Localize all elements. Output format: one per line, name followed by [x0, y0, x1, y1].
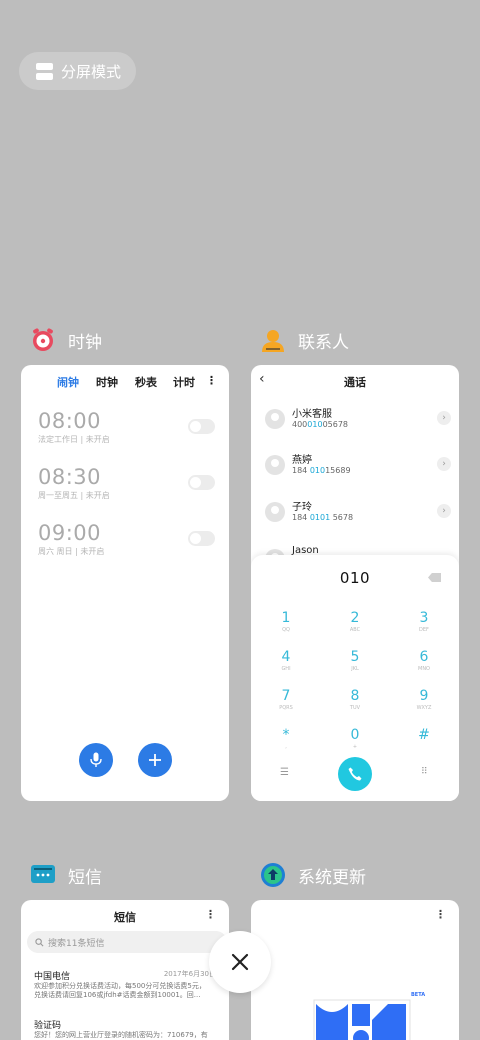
sms-search-input[interactable]: 搜索11条短信: [27, 931, 227, 953]
sms-preview: 您好！您的网上营业厅登录的随机密码为：710679，有: [34, 1031, 208, 1039]
clock-tab-bar: 闹钟 时钟 秒表 计时 ⋮: [21, 374, 229, 392]
system-update-card[interactable]: ⋮ BETA: [251, 900, 459, 1040]
chevron-right-icon[interactable]: ›: [437, 411, 451, 425]
split-screen-icon: [36, 62, 53, 80]
dial-key-7[interactable]: 7 PQRS: [266, 688, 306, 712]
contact-row[interactable]: 子玲 184 0101 5678 ›: [265, 498, 451, 532]
contact-number: 184 01015689: [292, 466, 351, 475]
sms-sender: 验证码: [34, 1021, 62, 1031]
sms-app-header[interactable]: 短信: [30, 860, 102, 890]
contact-number: 40001005678: [292, 420, 349, 429]
avatar-icon: [265, 455, 285, 475]
tab-clock[interactable]: 时钟: [96, 374, 118, 390]
call-button[interactable]: [338, 757, 372, 791]
close-icon: [231, 953, 249, 971]
split-screen-label: 分屏模式: [61, 62, 122, 81]
alarm-desc: 法定工作日 | 未开启: [38, 435, 110, 444]
clock-app-title: 时钟: [68, 332, 102, 353]
dial-key-2[interactable]: 2 ABC: [335, 610, 375, 634]
contact-name: 燕婷: [292, 455, 312, 466]
sms-preview: 欢迎参加积分兑换话费活动，每500分可兑换话费5元，: [34, 982, 206, 990]
plus-icon: [149, 754, 161, 766]
contact-number: 184 0101 5678: [292, 513, 354, 522]
clock-app-header[interactable]: 时钟: [30, 325, 102, 355]
chevron-right-icon[interactable]: ›: [437, 457, 451, 471]
dial-key-5[interactable]: 5 JKL: [335, 649, 375, 673]
dial-key-9[interactable]: 9 WXYZ: [404, 688, 444, 712]
dial-key-star[interactable]: *,: [266, 727, 306, 751]
more-options-icon[interactable]: ⋮: [206, 374, 217, 387]
tab-alarm[interactable]: 闹钟: [57, 374, 79, 390]
clock-app-icon: [30, 327, 56, 353]
contact-row[interactable]: 小米客服 40001005678 ›: [265, 405, 451, 439]
sms-preview: 兑换话费请回复106或jfdh#话费金额到10001。回...: [34, 991, 201, 999]
tab-timer[interactable]: 计时: [173, 374, 195, 390]
alarm-item[interactable]: 08:00 法定工作日 | 未开启: [38, 409, 218, 445]
dial-key-8[interactable]: 8 TUV: [335, 688, 375, 712]
sms-app-icon: [30, 862, 56, 888]
clock-app-card[interactable]: 闹钟 时钟 秒表 计时 ⋮ 08:00 法定工作日 | 未开启 08:30 周一…: [21, 365, 229, 801]
beta-badge: BETA: [411, 992, 426, 998]
alarm-toggle[interactable]: [188, 419, 215, 434]
sms-search-placeholder: 搜索11条短信: [48, 938, 105, 949]
search-icon: [35, 937, 44, 946]
contact-row[interactable]: 燕婷 184 01015689 ›: [265, 451, 451, 485]
sms-screen-title: 短信: [114, 911, 136, 924]
alarm-desc: 周六 周日 | 未开启: [38, 547, 105, 556]
sms-app-title: 短信: [68, 867, 102, 888]
add-alarm-button[interactable]: [138, 743, 172, 777]
tab-stopwatch[interactable]: 秒表: [135, 374, 157, 390]
contacts-app-card[interactable]: ‹ 通话 小米客服 40001005678 › 燕婷 184 01015689 …: [251, 365, 459, 801]
phone-icon: [348, 767, 362, 781]
chevron-right-icon[interactable]: ›: [437, 504, 451, 518]
split-screen-button[interactable]: 分屏模式: [19, 52, 136, 90]
sms-date: 2017年6月30日: [163, 970, 216, 978]
alarm-desc: 周一至周五 | 未开启: [38, 491, 110, 500]
sms-thread[interactable]: 验证码 您好！您的网上营业厅登录的随机密码为：710679，有: [34, 1018, 216, 1040]
alarm-item[interactable]: 09:00 周六 周日 | 未开启: [38, 521, 218, 557]
update-app-title: 系统更新: [298, 867, 366, 888]
voice-alarm-button[interactable]: [79, 743, 113, 777]
sms-thread[interactable]: 中国电信 2017年6月30日 欢迎参加积分兑换话费活动，每500分可兑换话费5…: [34, 969, 216, 1000]
avatar-icon: [265, 502, 285, 522]
update-app-header[interactable]: 系统更新: [260, 860, 366, 890]
more-options-icon[interactable]: ⋮: [205, 908, 216, 921]
contact-name: 小米客服: [292, 409, 332, 420]
dialed-number: 010: [339, 569, 371, 587]
dial-key-3[interactable]: 3 DEF: [404, 610, 444, 634]
contacts-app-title: 联系人: [298, 332, 349, 353]
system-update-app-icon: [260, 862, 286, 888]
contact-name: 子玲: [292, 502, 312, 513]
close-all-button[interactable]: [209, 931, 271, 993]
microphone-icon: [90, 752, 102, 767]
contacts-app-icon: [260, 327, 286, 353]
avatar-icon: [265, 409, 285, 429]
dial-key-4[interactable]: 4 GHI: [266, 649, 306, 673]
calls-screen-title: 通话: [344, 376, 366, 389]
dial-key-1[interactable]: 1 QQ: [266, 610, 306, 634]
alarm-item[interactable]: 08:30 周一至周五 | 未开启: [38, 465, 218, 501]
dial-key-6[interactable]: 6 MNO: [404, 649, 444, 673]
alarm-toggle[interactable]: [188, 531, 215, 546]
more-options-icon[interactable]: ⋮: [435, 908, 446, 921]
update-illustration: [313, 999, 411, 1040]
menu-icon[interactable]: ☰: [280, 767, 289, 778]
sms-app-card[interactable]: 短信 ⋮ 搜索11条短信 中国电信 2017年6月30日 欢迎参加积分兑换话费活…: [21, 900, 229, 1040]
dialpad-toggle-icon[interactable]: ⠿: [421, 767, 428, 777]
alarm-toggle[interactable]: [188, 475, 215, 490]
dial-key-hash[interactable]: #: [404, 727, 444, 743]
dialpad: 010 1 QQ 2 ABC 3 DEF 4 GHI 5 JKL 6 MNO 7 PQRS 8…: [251, 555, 459, 801]
contacts-app-header[interactable]: 联系人: [260, 325, 349, 355]
dial-key-0[interactable]: 0 +: [335, 727, 375, 751]
